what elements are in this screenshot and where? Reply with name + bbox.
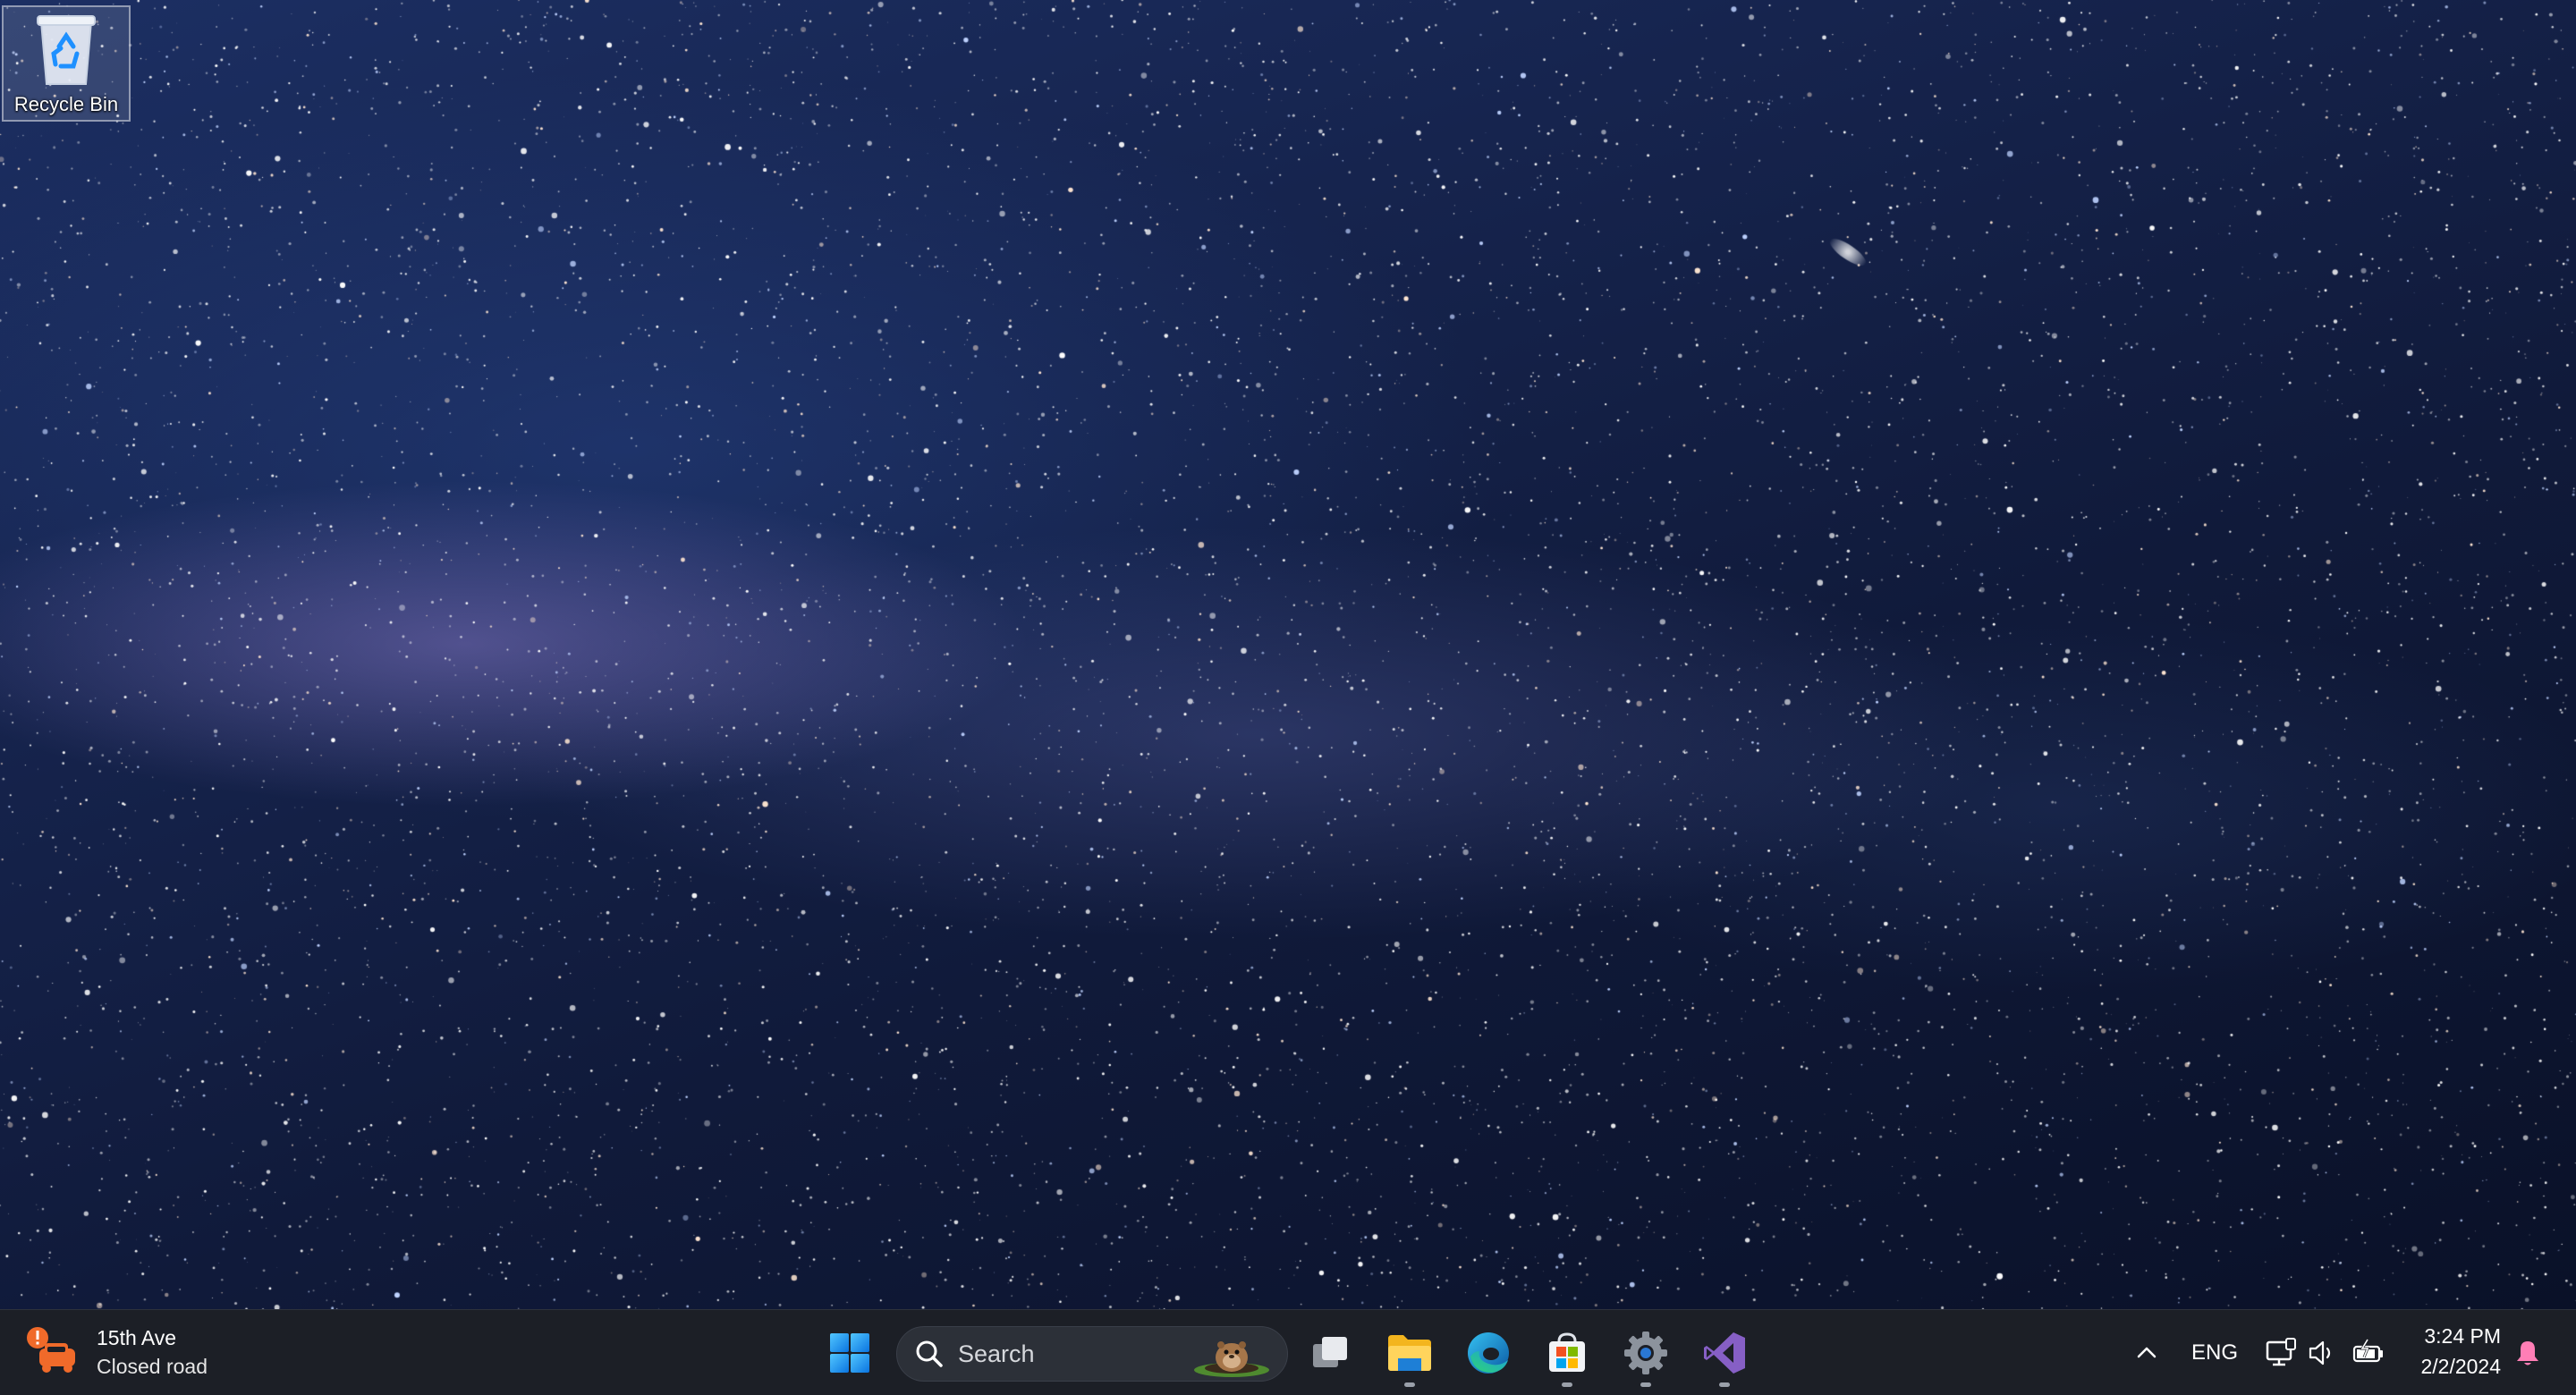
volume-button[interactable] [2304, 1332, 2340, 1374]
clock-date[interactable]: 3:24 PM 2/2/2024 [2420, 1321, 2501, 1382]
desktop-icon-recycle-bin[interactable]: Recycle Bin [2, 5, 131, 122]
desktop-icon-label: Recycle Bin [13, 93, 119, 115]
starfield-background [0, 0, 2576, 1309]
file-explorer-button[interactable] [1381, 1324, 1438, 1387]
task-view-icon [1313, 1337, 1347, 1367]
bell-icon [2517, 1341, 2538, 1365]
traffic-alert-icon [27, 1327, 75, 1373]
windows-start-icon [830, 1333, 869, 1373]
settings-button[interactable] [1617, 1324, 1674, 1387]
language-indicator[interactable]: ENG [2186, 1332, 2243, 1374]
volume-icon [2309, 1340, 2331, 1365]
battery-charging-icon [2352, 1339, 2383, 1363]
taskbar: 15th Ave Closed road Search ENG 3:24 PM … [0, 1309, 2576, 1395]
store-icon [1549, 1332, 1585, 1372]
battery-button[interactable] [2349, 1332, 2388, 1374]
search-placeholder: Search [958, 1340, 1035, 1367]
task-view-button[interactable] [1302, 1324, 1360, 1382]
edge-icon [1468, 1332, 1509, 1374]
search-icon [916, 1340, 943, 1367]
edge-button[interactable] [1460, 1324, 1517, 1382]
network-icon [2266, 1338, 2296, 1366]
recycle-bin-icon [37, 15, 96, 85]
running-indicator [1404, 1382, 1415, 1387]
running-indicator [1562, 1382, 1572, 1387]
visual-studio-icon [1704, 1332, 1745, 1374]
notifications-button[interactable] [2510, 1332, 2546, 1374]
chevron-up-icon [2137, 1347, 2157, 1358]
show-hidden-icons-button[interactable] [2129, 1332, 2165, 1374]
running-indicator [1719, 1382, 1730, 1387]
widget-title: 15th Ave [97, 1326, 177, 1349]
clock-time: 3:24 PM [2424, 1324, 2501, 1348]
network-button[interactable] [2263, 1332, 2299, 1374]
weather-traffic-widget[interactable]: 15th Ave Closed road [25, 1321, 231, 1383]
desktop-wallpaper: Recycle Bin [0, 0, 2576, 1309]
running-indicator [1640, 1382, 1651, 1387]
file-explorer-icon [1388, 1335, 1431, 1371]
widget-subtitle: Closed road [97, 1355, 208, 1378]
settings-icon [1624, 1332, 1667, 1374]
store-button[interactable] [1538, 1324, 1596, 1387]
start-button[interactable] [821, 1324, 878, 1382]
groundhog-day-icon [1194, 1341, 1269, 1377]
visual-studio-button[interactable] [1696, 1324, 1753, 1387]
clock-date-text: 2/2/2024 [2420, 1355, 2501, 1378]
taskbar-search-box[interactable]: Search [896, 1326, 1288, 1382]
